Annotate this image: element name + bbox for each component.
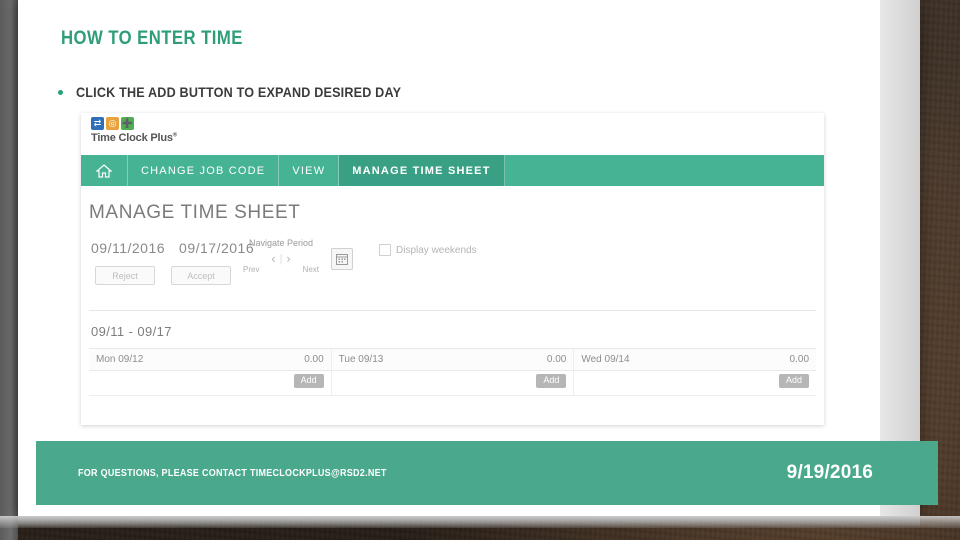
nav-item-change-job-code[interactable]: CHANGE JOB CODE (128, 155, 280, 186)
day-header-cell: Tue 09/13 0.00 (332, 349, 575, 370)
left-edge-strip (0, 0, 18, 540)
bottom-strip (0, 516, 960, 528)
nav-home-button[interactable] (81, 155, 128, 186)
add-button-mon[interactable]: Add (293, 374, 324, 388)
navigate-period-controls: ‹ | › (239, 251, 323, 266)
next-period-label: Next (302, 265, 319, 274)
day-header-row: Mon 09/12 0.00 Tue 09/13 0.00 Wed 09/14 … (89, 348, 816, 371)
app-logo: ⇄ ◎ ➕ Time Clock Plus® (91, 117, 177, 144)
day-name-label: Mon 09/12 (96, 354, 144, 365)
day-header-cell: Mon 09/12 0.00 (89, 349, 332, 370)
day-body-cell: Add (332, 369, 575, 395)
day-hours-value: 0.00 (304, 354, 324, 365)
footer-contact-text: FOR QUESTIONS, PLEASE CONTACT TIMECLOCKP… (78, 467, 387, 479)
navigate-period: Navigate Period ‹ | › Prev Next (239, 238, 323, 274)
content-divider (89, 310, 816, 311)
nav-item-manage-time-sheet[interactable]: MANAGE TIME SHEET (339, 155, 505, 186)
day-header-cell: Wed 09/14 0.00 (574, 349, 816, 370)
next-period-button[interactable]: › (286, 251, 290, 266)
logo-tile-green-icon: ➕ (121, 117, 134, 130)
nav-item-view[interactable]: VIEW (279, 155, 340, 186)
slide-canvas: HOW TO ENTER TIME CLICK THE ADD BUTTON T… (18, 0, 938, 516)
week-range-label: 09/11 - 09/17 (91, 324, 172, 339)
display-weekends-label: Display weekends (396, 244, 477, 256)
navigate-period-divider: | (279, 252, 283, 265)
app-logo-bar: ⇄ ◎ ➕ Time Clock Plus® (81, 113, 824, 155)
day-body-cell: Add (574, 369, 816, 395)
day-name-label: Tue 09/13 (338, 354, 384, 365)
logo-tiles: ⇄ ◎ ➕ (91, 117, 177, 130)
add-button-tue[interactable]: Add (536, 374, 567, 388)
add-button-wed[interactable]: Add (779, 374, 810, 388)
bullet-item-label: CLICK THE ADD BUTTON TO EXPAND DESIRED D… (76, 84, 402, 100)
day-hours-value: 0.00 (546, 354, 567, 365)
navigate-period-sublabels: Prev Next (239, 265, 323, 274)
display-weekends-checkbox[interactable] (379, 244, 391, 256)
logo-text: Time Clock Plus® (91, 132, 177, 144)
calendar-icon (336, 254, 348, 265)
day-hours-value: 0.00 (789, 354, 810, 365)
logo-text-label: Time Clock Plus (91, 132, 173, 144)
home-icon (96, 163, 112, 178)
prev-period-button[interactable]: ‹ (271, 251, 275, 266)
day-name-label: Wed 09/14 (581, 354, 630, 365)
reject-button[interactable]: Reject (95, 266, 155, 285)
accept-button[interactable]: Accept (171, 266, 231, 285)
action-buttons: Reject Accept (95, 266, 231, 285)
app-navbar: CHANGE JOB CODE VIEW MANAGE TIME SHEET (81, 155, 824, 186)
logo-tile-blue-icon: ⇄ (91, 117, 104, 130)
logo-tile-orange-icon: ◎ (106, 117, 119, 130)
bullet-dot-icon (58, 90, 63, 95)
date-range-start: 09/11/2016 (91, 240, 166, 256)
navigate-period-label: Navigate Period (248, 238, 314, 248)
app-page-heading: MANAGE TIME SHEET (89, 202, 301, 223)
day-body-row: Add Add Add (89, 369, 816, 396)
day-body-cell: Add (89, 369, 332, 395)
slide-right-panel (880, 0, 920, 516)
app-screenshot: ⇄ ◎ ➕ Time Clock Plus® CHANGE JOB CODE V… (81, 113, 824, 425)
calendar-button[interactable] (331, 248, 353, 270)
display-weekends-toggle[interactable]: Display weekends (379, 244, 477, 256)
footer-date: 9/19/2016 (786, 462, 873, 483)
slide-stage: HOW TO ENTER TIME CLICK THE ADD BUTTON T… (0, 0, 960, 540)
prev-period-label: Prev (243, 265, 260, 274)
bullet-item: CLICK THE ADD BUTTON TO EXPAND DESIRED D… (58, 84, 437, 100)
logo-registered-mark: ® (172, 132, 178, 139)
page-title: HOW TO ENTER TIME (61, 28, 243, 49)
slide-footer: FOR QUESTIONS, PLEASE CONTACT TIMECLOCKP… (36, 441, 938, 505)
app-content: MANAGE TIME SHEET 09/11/2016 09/17/2016 R… (81, 186, 824, 425)
